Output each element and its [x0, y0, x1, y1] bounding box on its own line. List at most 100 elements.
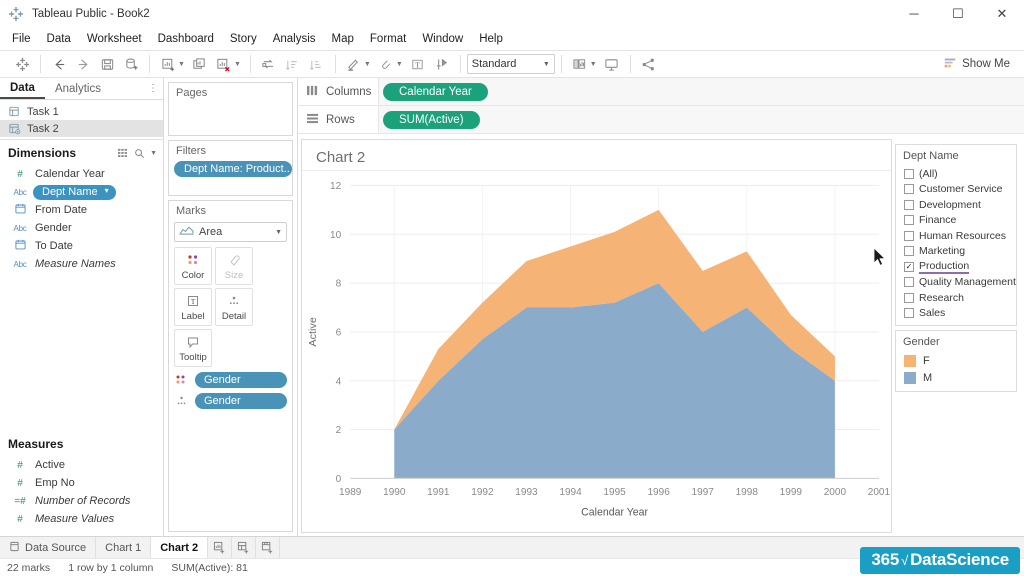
marks-tooltip-button[interactable]: Tooltip: [174, 329, 212, 367]
area-chart[interactable]: 0 2 4 6 8 10 12 1989 1990 1991 1992 1993 1994 1995 199…: [302, 171, 891, 532]
filter-checkbox[interactable]: [904, 277, 914, 288]
group-members-icon[interactable]: [374, 53, 398, 75]
data-source-task-2[interactable]: Task 2: [0, 120, 163, 137]
filter-checkbox[interactable]: [904, 215, 914, 226]
tab-data-source[interactable]: Data Source: [0, 537, 97, 558]
filter-pill-dept-name[interactable]: Dept Name: Product..: [174, 161, 292, 177]
swap-rows-columns-icon[interactable]: [257, 53, 281, 75]
new-worksheet-icon[interactable]: [208, 537, 233, 558]
field-from-date[interactable]: From Date: [0, 201, 163, 219]
marks-size-button[interactable]: Size: [215, 247, 253, 285]
rows-drop-zone[interactable]: SUM(Active): [378, 106, 1024, 133]
viz-title[interactable]: Chart 2: [302, 140, 891, 171]
filter-item-production[interactable]: ✓ Production: [896, 259, 1016, 275]
marks-pill-gender-color[interactable]: Gender: [195, 372, 287, 388]
plot-area[interactable]: 0 2 4 6 8 10 12 1989 1990 1991 1992 1993 1994 1995 199…: [302, 171, 891, 532]
tab-analytics[interactable]: Analytics: [45, 78, 111, 99]
share-icon[interactable]: [637, 53, 661, 75]
rows-pill-sum-active[interactable]: SUM(Active): [383, 110, 480, 129]
pane-settings-icon[interactable]: ⋮: [143, 78, 163, 99]
menu-window[interactable]: Window: [414, 31, 471, 47]
marks-detail-button[interactable]: Detail: [215, 288, 253, 326]
mark-type-select[interactable]: Area ▼: [174, 222, 287, 242]
chevron-down-icon[interactable]: ▼: [150, 150, 157, 157]
new-story-icon[interactable]: [256, 537, 281, 558]
field-dept-name[interactable]: Abc Dept Name: [0, 183, 163, 201]
new-data-source-icon[interactable]: [119, 53, 143, 75]
back-arrow-icon[interactable]: [47, 53, 71, 75]
filter-checkbox[interactable]: [904, 184, 914, 195]
data-source-task-1[interactable]: Task 1: [0, 103, 163, 120]
legend-item-m[interactable]: M: [896, 369, 1016, 386]
clear-sheet-icon[interactable]: [212, 53, 236, 75]
filter-checkbox[interactable]: [904, 168, 914, 179]
new-worksheet-caret[interactable]: ▼: [178, 61, 185, 68]
menu-dashboard[interactable]: Dashboard: [150, 31, 222, 47]
filter-item-customer-service[interactable]: Customer Service: [896, 182, 1016, 198]
fixed-axes-icon[interactable]: [430, 53, 454, 75]
field-calendar-year[interactable]: # Calendar Year: [0, 165, 163, 183]
filter-item-development[interactable]: Development: [896, 197, 1016, 213]
show-mark-labels-icon[interactable]: T: [406, 53, 430, 75]
measure-number-of-records[interactable]: =# Number of Records: [0, 492, 163, 510]
maximize-button[interactable]: ☐: [936, 0, 980, 28]
home-icon[interactable]: [10, 53, 34, 75]
tab-chart-1[interactable]: Chart 1: [96, 537, 152, 558]
clear-sheet-caret[interactable]: ▼: [234, 61, 241, 68]
show-me-button[interactable]: Show Me: [937, 53, 1020, 75]
tab-chart-2[interactable]: Chart 2: [151, 537, 209, 558]
filter-checkbox[interactable]: [904, 199, 914, 210]
menu-file[interactable]: File: [4, 31, 39, 47]
fit-select[interactable]: Standard ▼: [466, 54, 555, 74]
filter-checkbox[interactable]: ✓: [904, 261, 914, 272]
marks-label-button[interactable]: T Label: [174, 288, 212, 326]
menu-data[interactable]: Data: [39, 31, 79, 47]
menu-worksheet[interactable]: Worksheet: [79, 31, 150, 47]
filter-checkbox[interactable]: [904, 230, 914, 241]
highlight-caret[interactable]: ▼: [364, 61, 371, 68]
sort-ascending-icon[interactable]: [281, 53, 305, 75]
field-to-date[interactable]: To Date: [0, 237, 163, 255]
menu-format[interactable]: Format: [362, 31, 414, 47]
minimize-button[interactable]: ─: [892, 0, 936, 28]
filter-item-human-resources[interactable]: Human Resources: [896, 228, 1016, 244]
filter-checkbox[interactable]: [904, 292, 914, 303]
filter-checkbox[interactable]: [904, 246, 914, 257]
marks-color-button[interactable]: Color: [174, 247, 212, 285]
new-worksheet-icon[interactable]: [156, 53, 180, 75]
measure-emp-no[interactable]: # Emp No: [0, 474, 163, 492]
columns-drop-zone[interactable]: Calendar Year: [378, 78, 1024, 105]
menu-story[interactable]: Story: [222, 31, 265, 47]
presentation-mode-icon[interactable]: [600, 53, 624, 75]
search-icon[interactable]: [134, 148, 145, 159]
menu-map[interactable]: Map: [324, 31, 362, 47]
filter-item-marketing[interactable]: Marketing: [896, 244, 1016, 260]
filter-checkbox[interactable]: [904, 308, 914, 319]
columns-pill-calendar-year[interactable]: Calendar Year: [383, 82, 488, 101]
filter-item-sales[interactable]: Sales: [896, 306, 1016, 322]
filter-item-research[interactable]: Research: [896, 290, 1016, 306]
highlight-icon[interactable]: [342, 53, 366, 75]
tab-data[interactable]: Data: [0, 78, 45, 99]
sort-descending-icon[interactable]: [305, 53, 329, 75]
filter-item-all[interactable]: (All): [896, 166, 1016, 182]
new-dashboard-icon[interactable]: [232, 537, 257, 558]
group-caret[interactable]: ▼: [396, 61, 403, 68]
filter-item-quality-management[interactable]: Quality Management: [896, 275, 1016, 291]
menu-analysis[interactable]: Analysis: [265, 31, 324, 47]
save-icon[interactable]: [95, 53, 119, 75]
forward-arrow-icon[interactable]: [71, 53, 95, 75]
filter-item-finance[interactable]: Finance: [896, 213, 1016, 229]
marks-pill-gender-detail[interactable]: Gender: [195, 393, 287, 409]
duplicate-sheet-icon[interactable]: [188, 53, 212, 75]
cards-caret[interactable]: ▼: [590, 61, 597, 68]
legend-item-f[interactable]: F: [896, 352, 1016, 369]
show-hide-cards-icon[interactable]: [568, 53, 592, 75]
close-button[interactable]: ✕: [980, 0, 1024, 28]
field-measure-names[interactable]: Abc Measure Names: [0, 255, 163, 273]
menu-help[interactable]: Help: [471, 31, 511, 47]
field-gender[interactable]: Abc Gender: [0, 219, 163, 237]
measure-measure-values[interactable]: # Measure Values: [0, 510, 163, 528]
measure-active[interactable]: # Active: [0, 456, 163, 474]
grid-view-icon[interactable]: [118, 148, 129, 159]
